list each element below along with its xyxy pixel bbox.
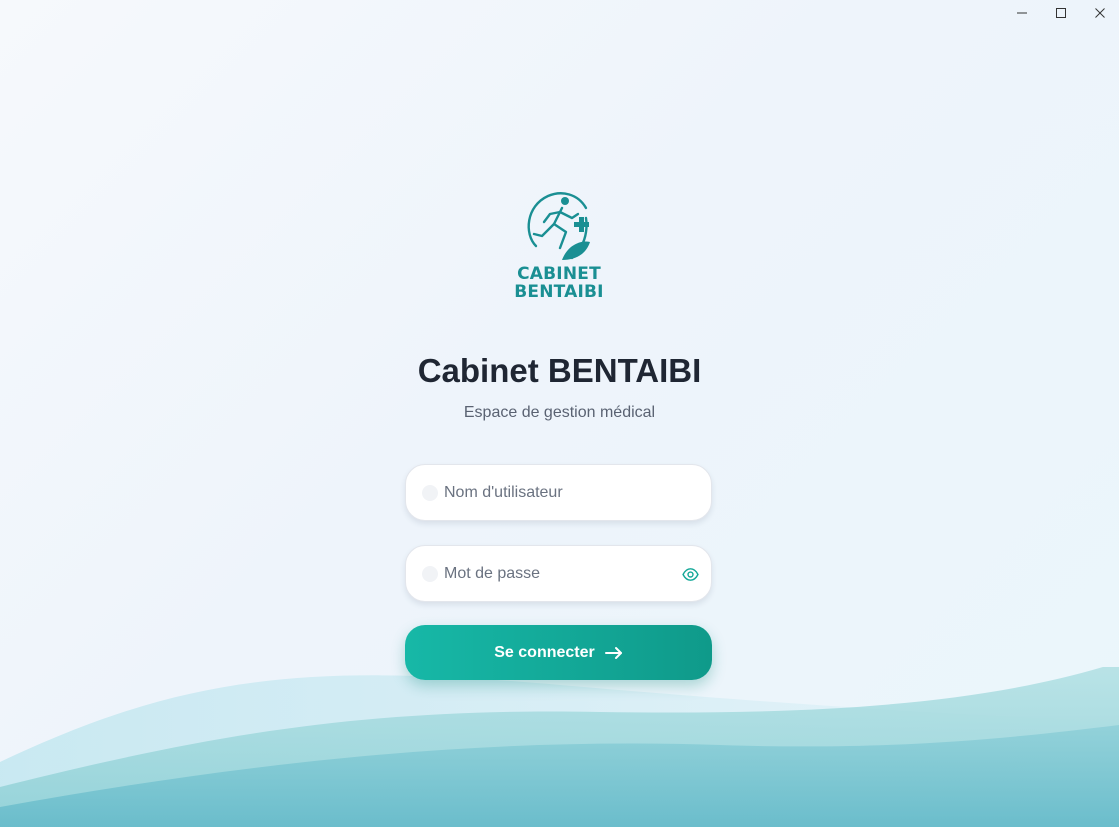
username-field-container	[405, 464, 712, 521]
runner-medical-cross-leaf-logo	[527, 192, 590, 260]
logo-text-line1: CABINET	[517, 264, 601, 284]
close-button[interactable]	[1080, 0, 1119, 26]
password-input[interactable]	[444, 558, 664, 589]
minimize-button[interactable]	[1002, 0, 1041, 26]
minimize-icon	[1016, 12, 1027, 14]
logo-text-line2: BENTAIBI	[514, 282, 604, 302]
background-waves	[0, 667, 1119, 827]
window-controls	[1002, 0, 1119, 26]
maximize-icon	[1055, 8, 1066, 18]
username-input[interactable]	[444, 477, 664, 508]
page-title: Cabinet BENTAIBI	[417, 352, 702, 389]
eye-icon[interactable]	[682, 566, 699, 583]
user-icon	[422, 484, 438, 501]
login-button[interactable]: Se connecter	[405, 625, 712, 680]
clinic-logo: CABINET BENTAIBI	[514, 188, 604, 304]
close-icon	[1094, 8, 1105, 18]
arrow-right-icon	[604, 646, 622, 659]
login-button-label: Se connecter	[494, 643, 595, 661]
page-subtitle: Espace de gestion médical	[463, 404, 656, 421]
password-field-container	[405, 545, 712, 602]
lock-icon	[422, 565, 438, 582]
maximize-button[interactable]	[1041, 0, 1080, 26]
